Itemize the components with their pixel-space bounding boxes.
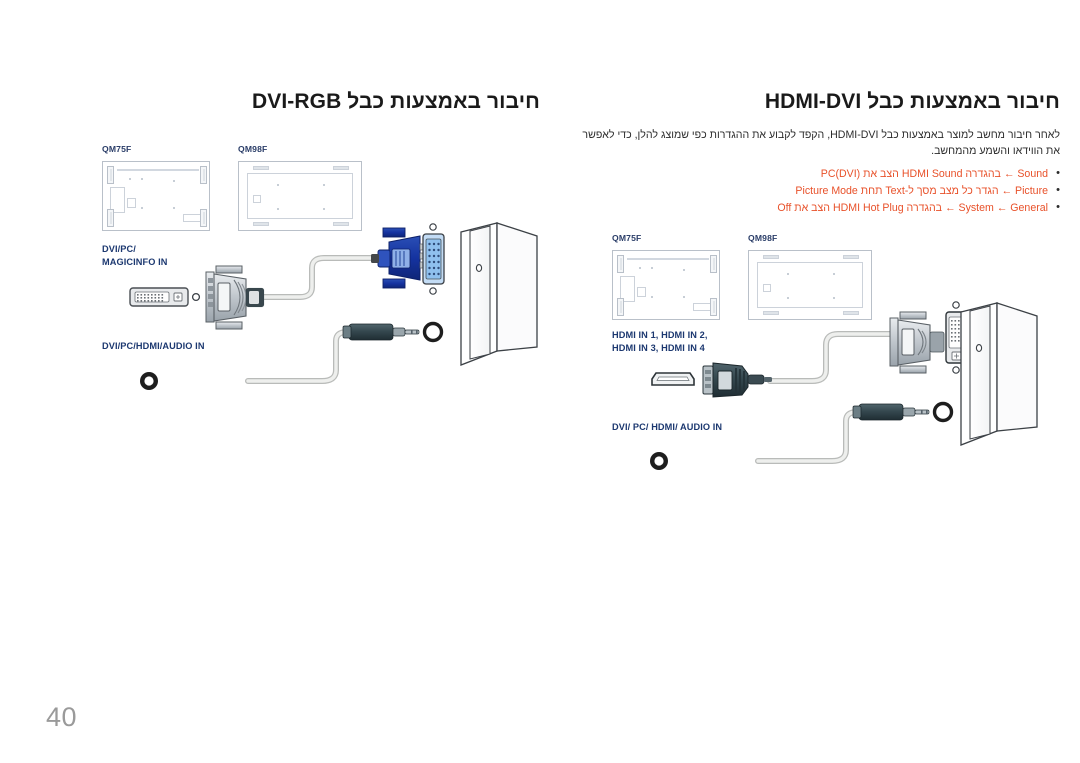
settings-bullet-list: Sound ← בהגדרה HDMI Sound הצב את PC(DVI)… bbox=[578, 165, 1060, 217]
device-label-qm75f-left: QM75F bbox=[102, 144, 132, 154]
page-number: 40 bbox=[46, 702, 78, 732]
manual-page: חיבור באמצעות כבל DVI-RGB QM75F QM98F DV… bbox=[0, 0, 1080, 763]
device-label-qm98f-left: QM98F bbox=[238, 144, 268, 154]
bullet-system-setting: System ← General ← בהגדרה HDMI Hot Plug … bbox=[578, 199, 1060, 217]
port-label-hdmi-in-3-4: HDMI IN 3, HDMI IN 4 bbox=[612, 343, 705, 353]
section-intro-paragraph: לאחר חיבור מחשב למוצר באמצעות כבל HDMI-D… bbox=[582, 129, 1060, 157]
bullet-sound-setting: Sound ← בהגדרה HDMI Sound הצב את PC(DVI) bbox=[578, 165, 1060, 183]
port-label-magicinfo-in: MAGICINFO IN bbox=[102, 257, 168, 267]
monitor-thumbnail-qm98f-right bbox=[748, 250, 872, 320]
section-title-dvi-rgb: חיבור באמצעות כבל DVI-RGB bbox=[251, 90, 540, 113]
monitor-thumbnail-qm75f-left bbox=[102, 161, 210, 231]
monitor-thumbnail-qm98f-left bbox=[238, 161, 362, 231]
port-label-dvi-pc-hdmi-audio-in-right: DVI/ PC/ HDMI/ AUDIO IN bbox=[612, 422, 723, 432]
section-title-hdmi-dvi: חיבור באמצעות כבל HDMI-DVI bbox=[764, 90, 1060, 113]
device-label-qm98f-right: QM98F bbox=[748, 233, 778, 243]
bullet-picture-setting: Picture ← הגדר כל מצב מסך ל-Text תחת Pic… bbox=[578, 182, 1060, 200]
port-label-dvi-pc: DVI/PC/ bbox=[102, 244, 136, 254]
monitor-thumbnail-qm75f-right bbox=[612, 250, 720, 320]
device-label-qm75f-right: QM75F bbox=[612, 233, 642, 243]
section-hdmi-dvi: חיבור באמצעות כבל HDMI-DVI לאחר חיבור מח… bbox=[546, 0, 1060, 763]
port-label-dvi-pc-hdmi-audio-in-left: DVI/PC/HDMI/AUDIO IN bbox=[102, 341, 205, 351]
section-dvi-rgb: חיבור באמצעות כבל DVI-RGB bbox=[20, 0, 540, 763]
port-label-hdmi-in-1-2: HDMI IN 1, HDMI IN 2, bbox=[612, 330, 708, 340]
